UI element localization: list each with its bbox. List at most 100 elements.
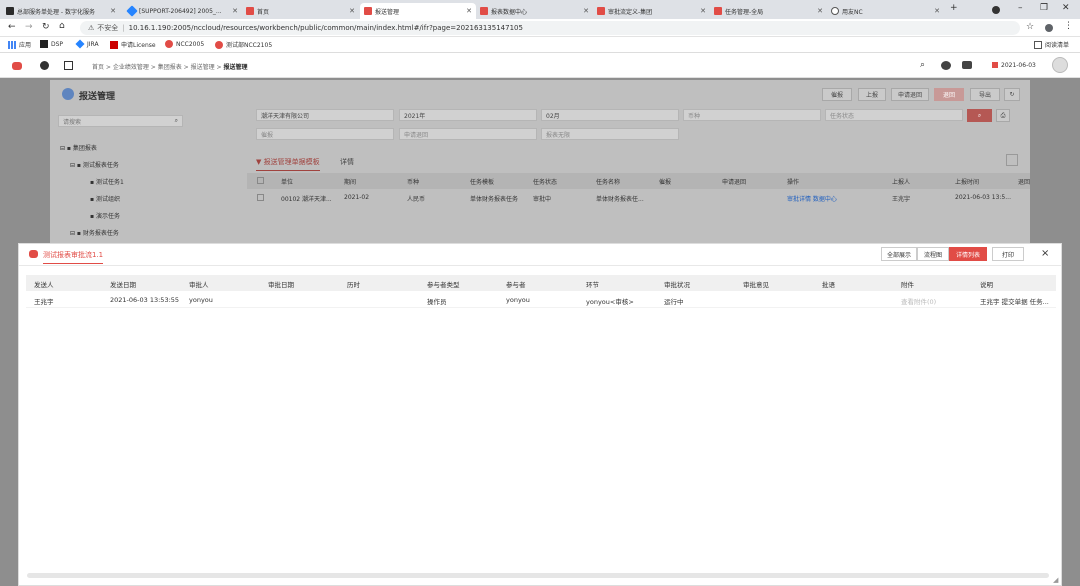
url-field[interactable]: ⚠ 不安全 | 10.16.1.190:2005/nccloud/resourc… [80,21,1020,35]
avatar[interactable] [1052,57,1068,73]
modal-close-button[interactable]: × [1041,248,1049,259]
tree-search-input[interactable]: 请搜索 ⌕ [58,115,183,127]
maximize-icon[interactable]: ❐ [1040,3,1048,13]
account-icon[interactable] [1045,24,1053,32]
browser-tab-2[interactable]: [SUPPORT-206492] 2005_... ✕ [124,3,242,19]
yonyou-icon [714,7,722,15]
license-icon [110,40,118,49]
browser-tab-6[interactable]: 审批流定义-集团 ✕ [593,3,710,19]
reading-list[interactable]: 阅读清单 [1034,40,1069,49]
horizontal-scrollbar[interactable] [27,573,1049,578]
breadcrumb-item[interactable]: 集团报表 [158,64,182,71]
calendar-icon [992,62,998,68]
export-button[interactable]: 导出 [970,88,1000,101]
view-attachment-link[interactable]: 查看附件(0) [901,296,936,306]
profile-icon[interactable] [992,6,1000,14]
header-date: 2021-06-03 [1001,62,1036,69]
print-button[interactable]: 打印 [992,247,1024,261]
tree-node[interactable]: ⊟ ▪ 集团报表 [60,140,124,157]
show-all-button[interactable]: 全部展示 [881,247,917,261]
refresh-icon[interactable]: ↻ [1004,88,1020,101]
close-icon[interactable]: ✕ [583,7,589,15]
table-row[interactable]: 王兆宇 2021-06-03 13:53:55 yonyou 操作员 yonyo… [26,292,1056,308]
breadcrumb: 首页 > 企业绩效管理 > 集团报表 > 报送管理 > 报送管理 [92,64,248,71]
minimize-icon[interactable]: – [1018,3,1023,13]
bookmark-ncc2105[interactable]: 测试部NCC2105 [215,40,272,49]
select-all-checkbox[interactable] [257,177,264,184]
browser-tab-7[interactable]: 任务管理-全局 ✕ [710,3,827,19]
new-tab-button[interactable]: + [950,3,958,13]
print-icon[interactable]: ⎙ [996,109,1010,122]
browser-tab-1[interactable]: 总部服务单处理 - 数字化服务 ✕ [2,3,120,19]
table-row[interactable]: 00102 潮洋天津... 2021-02 人民币 单体财务报表任务 审批中 单… [247,190,1030,206]
bookmark-ncc2005[interactable]: NCC2005 [165,40,204,48]
tree-node[interactable]: ▪ 测试组织 [60,191,124,208]
close-icon[interactable]: ✕ [232,7,238,15]
submit-button[interactable]: 上报 [858,88,886,101]
org-select[interactable]: 潮洋天津有限公司 [256,109,394,121]
detail-list-button[interactable]: 详情列表 [949,247,987,261]
video-icon[interactable] [962,61,972,69]
close-icon[interactable]: ✕ [466,7,472,15]
browser-tab-4[interactable]: 报送管理 ✕ [360,3,476,19]
building-icon[interactable] [64,61,73,70]
home-icon[interactable]: ⌂ [59,21,65,31]
breadcrumb-item[interactable]: 首页 [92,64,104,71]
flowchart-button[interactable]: 流程图 [917,247,949,261]
browser-tab-8[interactable]: 用友NC ✕ [827,3,944,19]
tree-node[interactable]: ⊟ ▪ 测试报表任务 [60,157,124,174]
month-select[interactable]: 02月 [541,109,679,121]
clock-icon[interactable] [40,61,49,70]
yonyou-logo-icon [29,250,38,258]
tab-detail[interactable]: 详情 [340,157,354,167]
urge-button[interactable]: 催报 [822,88,852,101]
search-icon[interactable]: ⌕ [920,60,925,70]
expand-icon[interactable] [1006,154,1018,166]
bookmark-apps[interactable]: 应用 [8,40,31,49]
row-checkbox[interactable] [257,194,264,201]
star-icon[interactable]: ☆ [1026,22,1034,32]
menu-icon[interactable]: ⋮ [1064,21,1073,31]
browser-tab-bar: 总部服务单处理 - 数字化服务 ✕ [SUPPORT-206492] 2005_.… [0,0,1080,19]
bookmark-jira[interactable]: JIRA [75,39,99,49]
reload-icon[interactable]: ↻ [42,22,50,32]
resize-handle-icon[interactable]: ◢ [1053,576,1058,584]
tab-template[interactable]: ▼ 报送管理单据模板 [256,157,320,171]
close-icon[interactable]: ✕ [110,7,116,15]
globe-icon [831,7,839,15]
search-button[interactable]: ⌕ [967,109,992,122]
message-icon[interactable] [941,61,951,70]
close-icon[interactable]: ✕ [349,7,355,15]
reading-list-icon [1034,40,1042,49]
task-status-select[interactable]: 任务状态 [825,109,963,121]
report-status-filter[interactable]: 报表无限 [541,128,679,140]
approval-modal: 测试报表审批流1.1 全部展示 流程图 详情列表 打印 × 发送人 发送日期 审… [18,243,1062,586]
tab-favicon-icon [6,7,14,15]
yonyou-icon [364,7,372,15]
close-icon[interactable]: ✕ [700,7,706,15]
yonyou-logo-icon[interactable] [12,62,22,70]
url-text: 10.16.1.190:2005/nccloud/resources/workb… [128,24,523,32]
apply-return-button[interactable]: 申请退回 [891,88,929,101]
back-icon[interactable]: ← [8,22,16,32]
apps-grid-icon [8,40,16,49]
urge-filter[interactable]: 催报 [256,128,394,140]
year-select[interactable]: 2021年 [399,109,537,121]
breadcrumb-item[interactable]: 报送管理 [191,64,215,71]
close-icon[interactable]: ✕ [934,7,940,15]
bookmark-license[interactable]: 申请License [110,40,156,49]
tree-node[interactable]: ▪ 演示任务 [60,208,124,225]
browser-tab-3[interactable]: 首页 ✕ [242,3,359,19]
forward-icon[interactable]: → [25,22,33,32]
close-icon[interactable]: ✕ [817,7,823,15]
tree-node[interactable]: ⊟ ▪ 财务报表任务 [60,225,124,242]
bookmark-dsp[interactable]: DSP [40,40,63,48]
window-close-icon[interactable]: ✕ [1062,3,1070,13]
browser-tab-5[interactable]: 报表数据中心 ✕ [476,3,593,19]
currency-select[interactable]: 币种 [683,109,821,121]
apply-return-filter[interactable]: 申请退回 [399,128,537,140]
tree-node[interactable]: ▪ 测试任务1 [60,174,124,191]
return-button[interactable]: 退回 [934,88,964,101]
row-action-links[interactable]: 审批详情 数据中心 [787,194,837,203]
breadcrumb-item[interactable]: 企业绩效管理 [113,64,149,71]
